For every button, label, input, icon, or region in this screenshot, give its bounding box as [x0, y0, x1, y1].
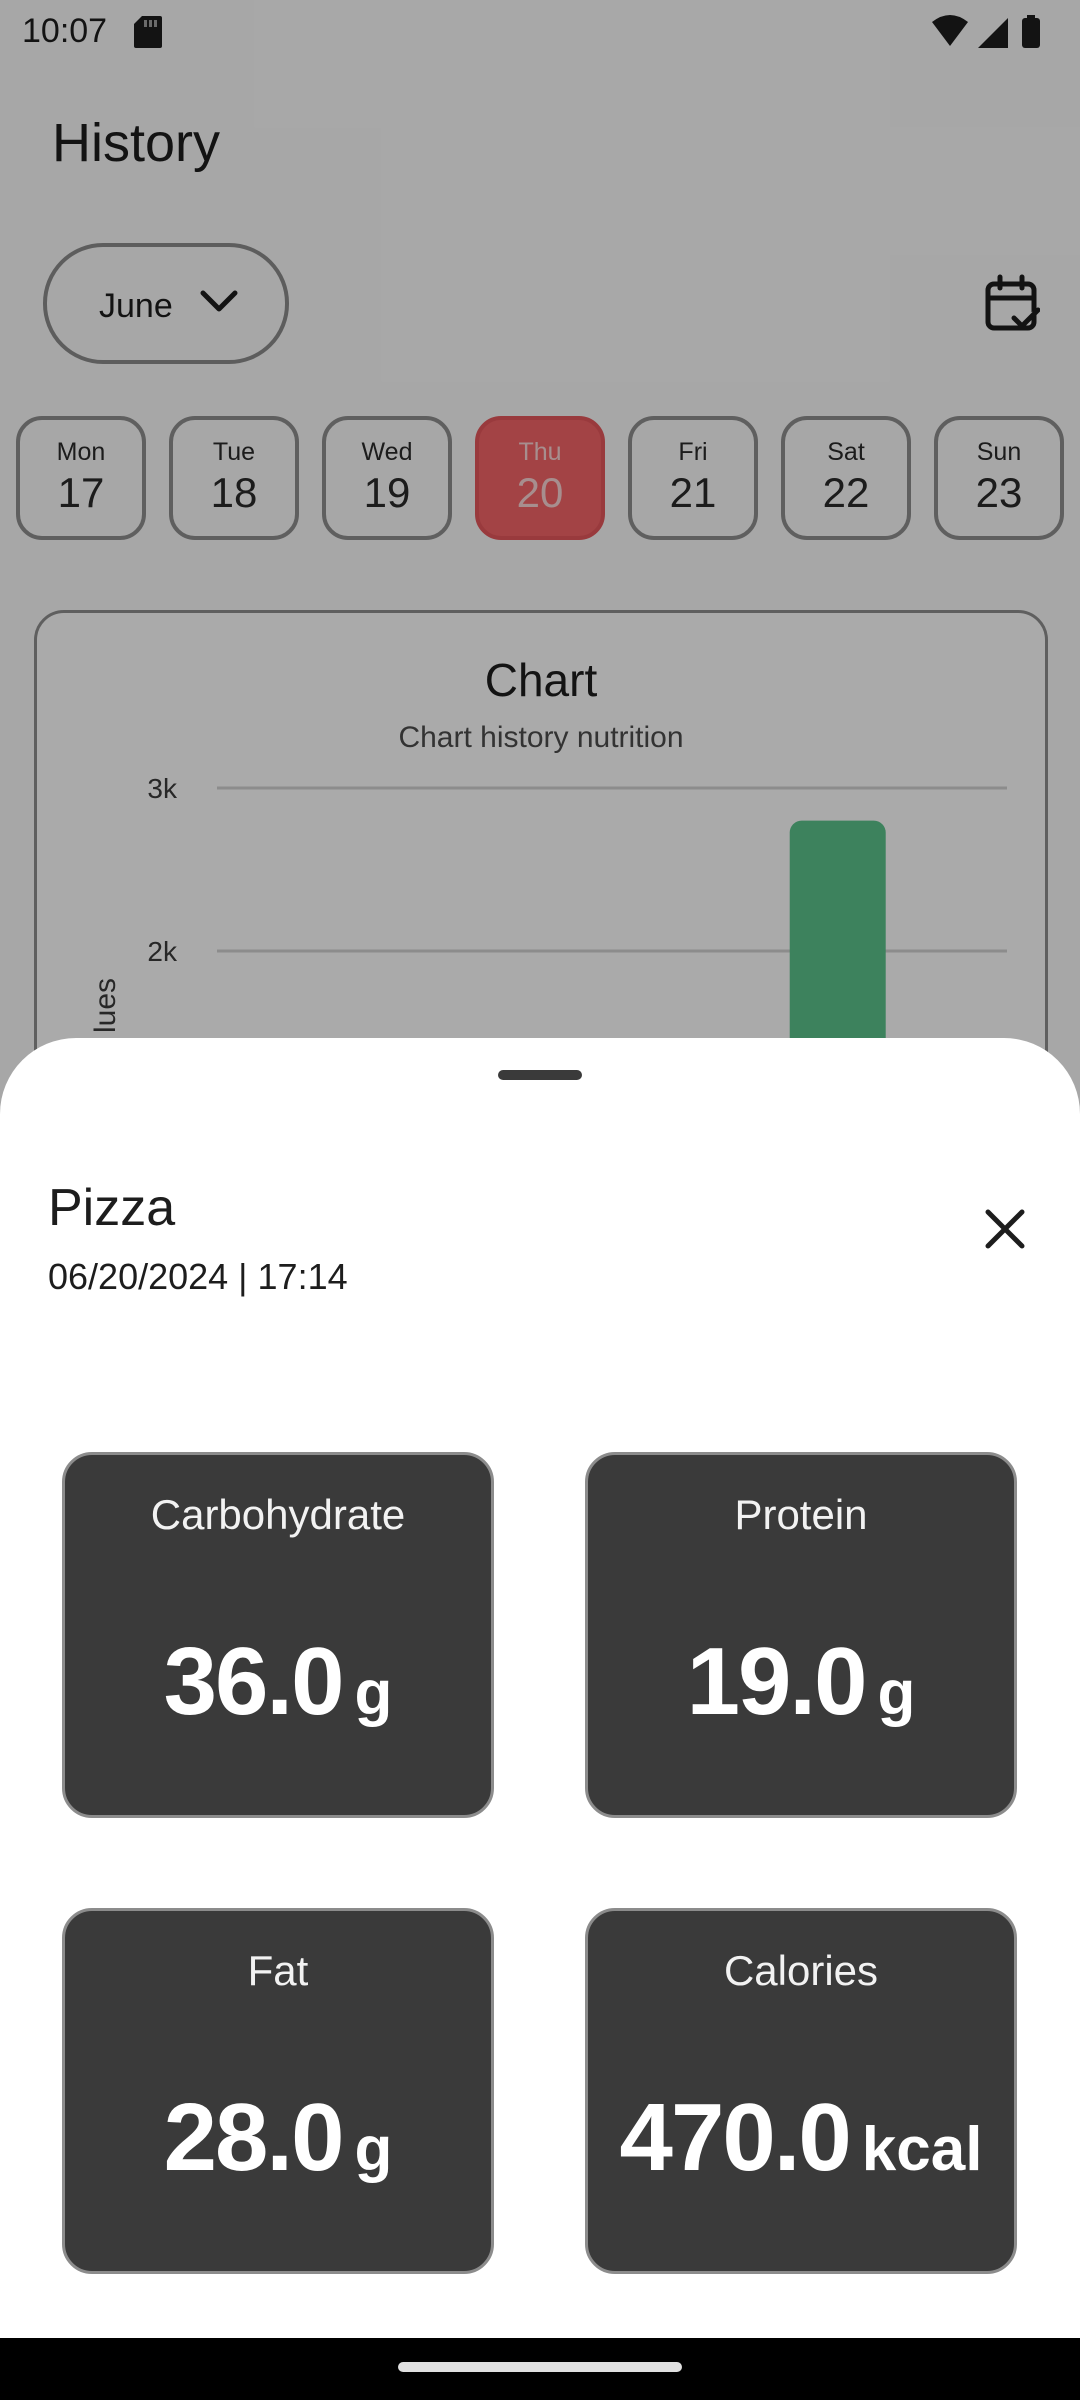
- calories-card: Calories 470.0 kcal: [585, 1908, 1017, 2274]
- card-value: 28.0 g: [65, 2083, 491, 2193]
- card-label: Fat: [247, 1947, 309, 1994]
- card-label: Carbohydrate: [150, 1491, 406, 1538]
- card-unit: kcal: [861, 2115, 983, 2184]
- food-datetime: 06/20/2024 | 17:14: [48, 1256, 348, 1297]
- drag-handle[interactable]: [498, 1070, 582, 1080]
- card-number: 19.0: [686, 1628, 868, 1735]
- system-nav-bar: [0, 2338, 1080, 2400]
- home-gesture-pill[interactable]: [398, 2362, 682, 2372]
- card-number: 470.0: [619, 2084, 852, 2191]
- card-unit: g: [877, 1659, 916, 1728]
- close-icon[interactable]: [976, 1200, 1034, 1258]
- card-label: Protein: [734, 1491, 868, 1538]
- protein-card: Protein 19.0 g: [585, 1452, 1017, 1818]
- card-number: 28.0: [163, 2084, 345, 2191]
- card-label: Calories: [723, 1947, 879, 1994]
- food-title: Pizza: [48, 1179, 176, 1237]
- card-value: 36.0 g: [65, 1627, 491, 1737]
- card-unit: g: [354, 1659, 393, 1728]
- card-unit: g: [354, 2115, 393, 2184]
- card-value: 470.0 kcal: [588, 2083, 1014, 2193]
- food-detail-sheet: Pizza 06/20/2024 | 17:14 Carbohydrate 36…: [0, 1038, 1080, 2338]
- card-value: 19.0 g: [588, 1627, 1014, 1737]
- carbohydrate-card: Carbohydrate 36.0 g: [62, 1452, 494, 1818]
- card-number: 36.0: [163, 1628, 345, 1735]
- fat-card: Fat 28.0 g: [62, 1908, 494, 2274]
